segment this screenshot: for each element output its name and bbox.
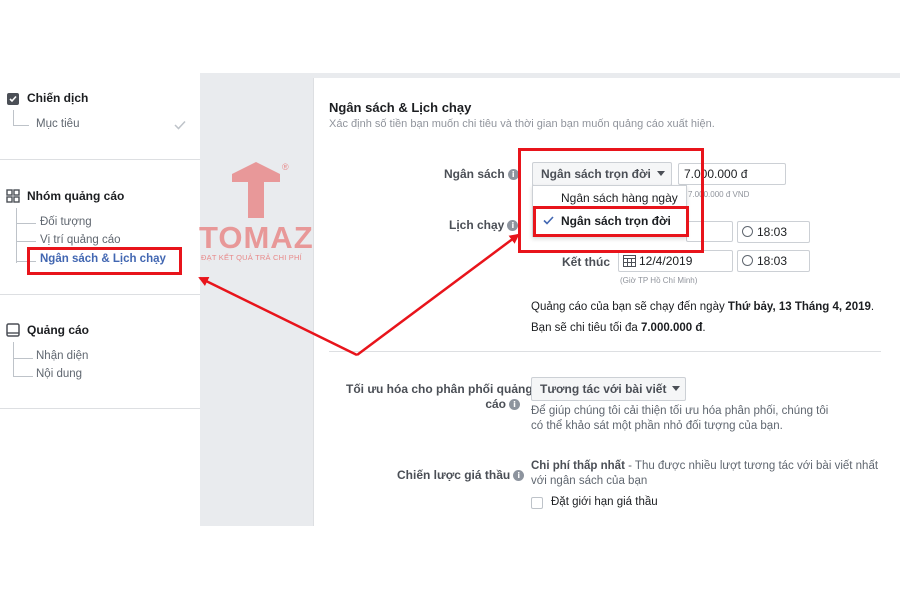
divider (0, 408, 200, 409)
budget-label-text: Ngân sách (444, 167, 505, 181)
tree-line (13, 125, 29, 126)
sidebar-item-identity[interactable]: Nhận diện (36, 350, 88, 362)
schedule-summary-prefix: Quảng cáo của bạn sẽ chạy đến ngày (531, 301, 728, 313)
clock-icon (742, 255, 753, 266)
schedule-summary: Quảng cáo của bạn sẽ chạy đến ngày Thứ b… (531, 301, 874, 313)
optimization-label: Tối ưu hóa cho phân phối quảng cáo i (346, 382, 533, 412)
start-time-input[interactable]: 18:03 (737, 221, 810, 243)
bid-strategy-label: Chiến lược giá thầu i (397, 468, 525, 482)
optimization-label-line2: cáo (485, 397, 506, 411)
tree-line (16, 208, 17, 263)
divider (329, 351, 881, 352)
optimization-help-line1: Để giúp chúng tôi cải thiện tối ưu hóa p… (531, 405, 829, 417)
watermark-reg: ® (282, 162, 289, 172)
sidebar-item-audience[interactable]: Đối tượng (40, 216, 92, 228)
page-title: Ngân sách & Lịch chạy (329, 100, 472, 115)
sidebar-item-content[interactable]: Nội dung (36, 368, 82, 380)
ad-box-icon (6, 323, 20, 337)
check-mark-icon (174, 120, 186, 130)
divider (0, 294, 200, 295)
sidebar-item-objective[interactable]: Mục tiêu (36, 118, 79, 130)
end-date-value: 12/4/2019 (639, 254, 693, 268)
page-subtitle: Xác định số tiền bạn muốn chi tiêu và th… (329, 118, 715, 130)
bid-cap-label[interactable]: Đặt giới hạn giá thầu (551, 496, 658, 508)
checkbox-icon (7, 93, 19, 105)
schedule-label-text: Lịch chạy (449, 218, 505, 232)
spend-summary-amount: 7.000.000 đ (640, 322, 703, 334)
bid-strategy-label-text: Chiến lược giá thầu (397, 468, 511, 482)
sidebar-item-placement[interactable]: Vị trí quảng cáo (40, 234, 121, 246)
tree-line (16, 241, 36, 242)
optimization-help: Để giúp chúng tôi cải thiện tối ưu hóa p… (531, 404, 828, 434)
watermark-tagline: ĐẠT KẾT QUẢ TRẢ CHI PHÍ (201, 253, 302, 262)
sidebar-ad-title[interactable]: Quảng cáo (27, 323, 89, 337)
start-time-value: 18:03 (757, 225, 788, 239)
clock-icon (742, 226, 753, 237)
bid-strategy-name[interactable]: Chi phí thấp nhất (531, 460, 625, 472)
highlight-box-sidebar (27, 247, 182, 275)
bid-strategy-desc-line2: với ngân sách của bạn (531, 475, 648, 487)
adset-grid-icon (6, 189, 20, 203)
gray-gutter (200, 73, 313, 526)
tree-line (16, 223, 36, 224)
tree-line (13, 358, 33, 359)
spend-summary: Bạn sẽ chi tiêu tối đa 7.000.000 đ. (531, 322, 706, 334)
divider (0, 159, 200, 160)
sidebar: Chiến dịch Mục tiêu Nhóm quảng cáo Đối t… (0, 78, 200, 409)
info-icon[interactable]: i (513, 470, 525, 481)
bid-strategy-desc-line1: - Thu được nhiều lượt tương tác với bài … (624, 460, 879, 472)
end-date-input[interactable]: 12/4/2019 (618, 250, 733, 272)
tree-line (13, 342, 14, 377)
spend-summary-prefix: Bạn sẽ chi tiêu tối đa (531, 322, 641, 334)
spend-summary-suffix: . (702, 322, 706, 334)
tree-line (13, 376, 33, 377)
caret-down-icon (672, 386, 681, 391)
schedule-label: Lịch chạy i (449, 218, 519, 232)
end-label: Kết thúc (562, 255, 610, 269)
end-time-value: 18:03 (757, 254, 788, 268)
info-icon[interactable]: i (507, 220, 519, 231)
highlight-box-inner (533, 206, 689, 237)
highlight-box-outer (518, 148, 704, 253)
bid-strategy-desc: Chi phí thấp nhất - Thu được nhiều lượt … (531, 459, 878, 489)
budget-label: Ngân sách i (444, 167, 519, 181)
schedule-summary-date: Thứ bảy, 13 Tháng 4, 2019 (727, 301, 871, 313)
tomaz-logo-icon (232, 162, 280, 218)
optimization-dropdown[interactable]: Tương tác với bài viết (531, 377, 686, 401)
sidebar-campaign-title[interactable]: Chiến dịch (27, 91, 88, 105)
schedule-summary-suffix: . (870, 301, 875, 313)
optimization-help-line2: có thể khảo sát một phần nhỏ đối tượng c… (531, 420, 783, 432)
tree-line (13, 110, 14, 126)
bid-cap-checkbox[interactable] (531, 497, 543, 509)
timezone-note: (Giờ TP Hồ Chí Minh) (620, 276, 698, 285)
sidebar-adset-title[interactable]: Nhóm quảng cáo (27, 189, 124, 203)
optimization-selected: Tương tác với bài viết (540, 382, 667, 396)
calendar-icon (623, 255, 636, 267)
info-icon[interactable]: i (509, 399, 520, 410)
optimization-label-line1: Tối ưu hóa cho phân phối quảng (346, 382, 533, 396)
end-time-input[interactable]: 18:03 (737, 250, 810, 272)
watermark-brand: TOMAZ (199, 220, 314, 255)
